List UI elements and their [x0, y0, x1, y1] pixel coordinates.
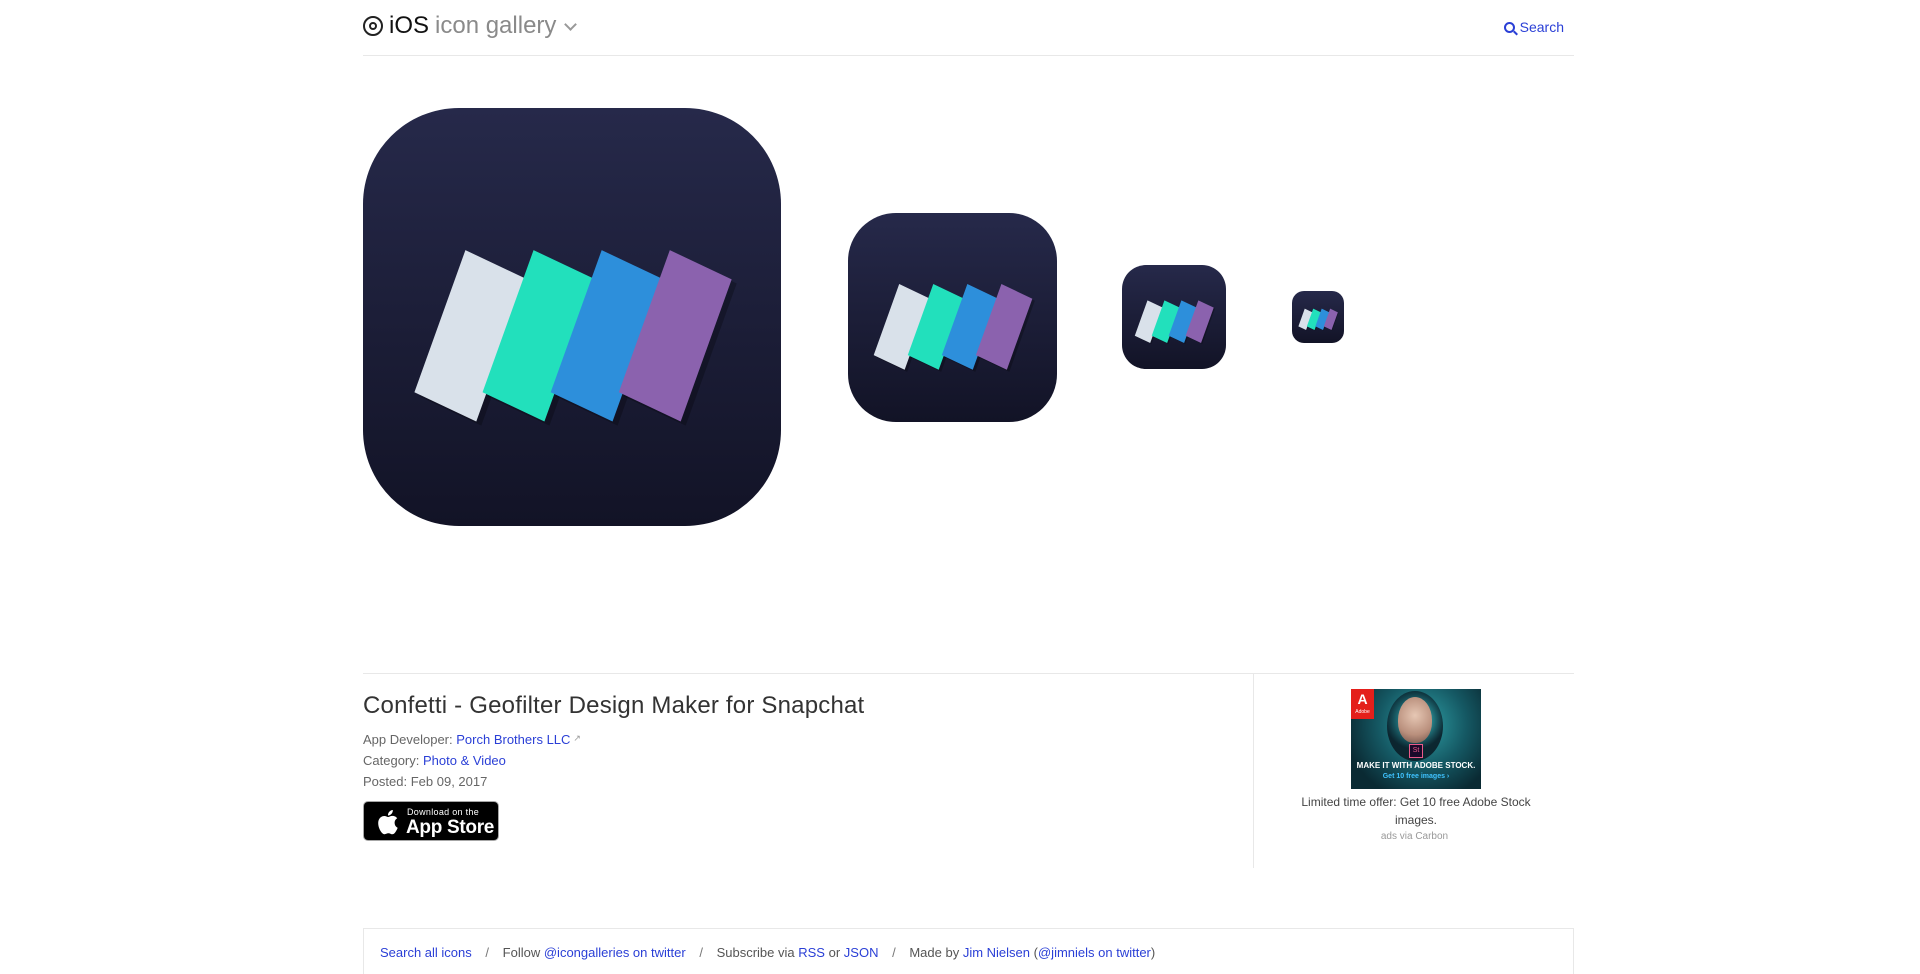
app-title: Confetti - Geofilter Design Maker for Sn… [363, 692, 865, 719]
app-store-small-label: Download on the [407, 807, 480, 817]
ad-headline: MAKE IT WITH ADOBE STOCK. [1356, 761, 1476, 770]
app-info: Confetti - Geofilter Design Maker for Sn… [363, 692, 1243, 841]
ad-copy[interactable]: Limited time offer: Get 10 free Adobe St… [1280, 793, 1552, 829]
search-icon [1503, 21, 1515, 33]
ad-cta: Get 10 free images › [1382, 773, 1450, 780]
carbon-ad: A Adobe St MAKE IT WITH ADOBE STOCK. Get … [1253, 674, 1574, 868]
posted-label: Posted: [363, 774, 408, 789]
made-by-prefix: Made by [909, 945, 960, 960]
confetti-stripes-icon [414, 250, 737, 426]
icon-showcase [363, 56, 1574, 674]
footer-separator: / [892, 945, 896, 960]
adobe-stock-badge: St [1409, 744, 1423, 758]
developer-label: App Developer: [363, 732, 453, 747]
brand-ios: iOS [389, 12, 430, 39]
or-text: or [828, 945, 841, 960]
ad-via[interactable]: ads via Carbon [1254, 831, 1575, 842]
follow-twitter-link[interactable]: @icongalleries on twitter [544, 945, 686, 960]
app-icon-large [363, 108, 781, 526]
chevron-down-icon[interactable] [564, 17, 578, 31]
category-label: Category: [363, 753, 420, 768]
app-icon-medium [848, 213, 1057, 422]
app-store-button[interactable]: Download on the App Store [363, 801, 499, 841]
ad-image[interactable]: A Adobe St MAKE IT WITH ADOBE STOCK. Get … [1351, 689, 1481, 789]
confetti-stripes-icon [1298, 308, 1339, 331]
footer-separator: / [699, 945, 703, 960]
app-icon-tiny [1292, 291, 1344, 343]
adobe-logo-icon: A Adobe [1351, 689, 1374, 719]
follow-prefix: Follow [502, 945, 541, 960]
app-details: Confetti - Geofilter Design Maker for Sn… [363, 674, 1574, 874]
apple-icon [378, 810, 398, 835]
gallery-logo-icon [363, 16, 383, 36]
confetti-stripes-icon [1134, 300, 1215, 345]
author-link[interactable]: Jim Nielsen [963, 945, 1030, 960]
site-header: iOS icon gallery Search [363, 0, 1574, 56]
json-link[interactable]: JSON [844, 945, 879, 960]
confetti-stripes-icon [873, 284, 1035, 372]
site-footer: Search all icons / Follow @icongalleries… [363, 928, 1574, 974]
posted-date: Feb 09, 2017 [410, 774, 488, 789]
category-link[interactable]: Photo & Video [423, 753, 506, 768]
search-link[interactable]: Search [1503, 19, 1564, 35]
brand-gallery: icon gallery [435, 12, 557, 39]
author-twitter-link[interactable]: @jimniels on twitter [1038, 945, 1151, 960]
search-label: Search [1519, 19, 1564, 35]
brand-menu[interactable]: iOS icon gallery [363, 12, 578, 40]
paren-close: ) [1150, 945, 1156, 960]
app-icon-small [1122, 265, 1226, 369]
ad-face [1398, 697, 1432, 743]
subscribe-prefix: Subscribe via [716, 945, 795, 960]
external-link-icon: ↗ [573, 733, 581, 743]
category-row: Category: Photo & Video [363, 750, 1243, 771]
posted-row: Posted: Feb 09, 2017 [363, 771, 1243, 792]
app-store-big-label: App Store [406, 817, 495, 838]
developer-row: App Developer: Porch Brothers LLC ↗ [363, 728, 1243, 750]
page-container: iOS icon gallery Search Confetti - Geofi… [363, 0, 1574, 874]
rss-link[interactable]: RSS [798, 945, 825, 960]
developer-link[interactable]: Porch Brothers LLC [456, 732, 570, 747]
search-all-link[interactable]: Search all icons [380, 945, 472, 960]
footer-separator: / [485, 945, 490, 960]
